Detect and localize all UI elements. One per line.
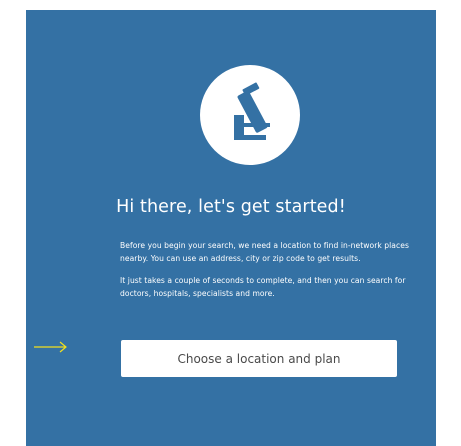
intro-paragraph: Before you begin your search, we need a … (120, 241, 409, 263)
microscope-icon (234, 82, 270, 140)
welcome-panel: Hi there, let's get started! Before you … (26, 10, 436, 446)
arrow-right-icon (34, 341, 67, 353)
secondary-paragraph: It just takes a couple of seconds to com… (120, 276, 406, 298)
choose-location-button[interactable]: Choose a location and plan (121, 340, 397, 377)
page-title: Hi there, let's get started! (116, 197, 346, 217)
icon-circle (200, 65, 300, 165)
